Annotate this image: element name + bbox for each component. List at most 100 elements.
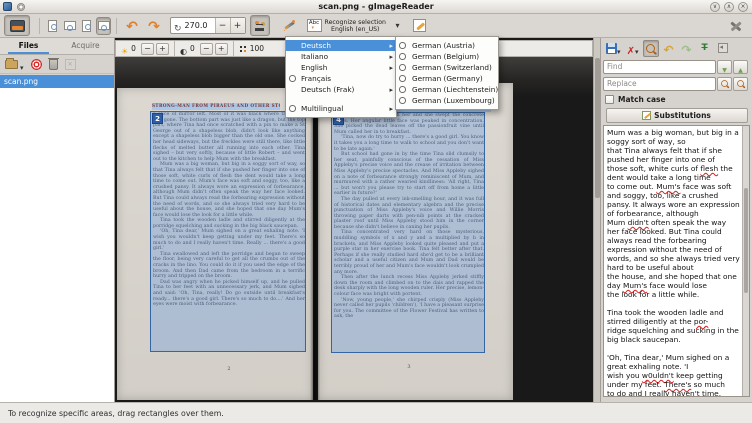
menu-item-multilingual[interactable]: Multilingual [286, 103, 396, 114]
output-scrollbar-thumb[interactable] [744, 188, 748, 293]
chevron-down-icon [617, 39, 621, 58]
menu-item-english[interactable]: English [286, 62, 396, 73]
ocr-output-area[interactable]: Mum was a big woman, but big in a soggy … [603, 125, 750, 397]
status-message: To recognize specific areas, drag rectan… [8, 409, 224, 418]
radio-icon [289, 105, 296, 112]
submenu-item-german-liechtenstein[interactable]: German (Liechtenstein) [396, 84, 498, 95]
layout-book-button[interactable] [79, 17, 94, 35]
tab-files[interactable]: Files [0, 38, 57, 54]
find-prev-button[interactable] [733, 60, 748, 74]
file-row-scan-png[interactable]: scan.png [0, 75, 114, 88]
recognize-abc-icon: Abc [307, 19, 322, 32]
submenu-item-german-austria[interactable]: German (Austria) [396, 40, 498, 51]
menu-item-fran-ais[interactable]: Français [286, 73, 396, 84]
file-list: scan.png [0, 75, 114, 402]
ocr-paragraph: Tina took the wooden ladle and stirred d… [607, 308, 740, 344]
menu-item-italiano[interactable]: Italiano [286, 51, 396, 62]
undo-button[interactable] [661, 40, 677, 57]
selection-rect-2[interactable]: 2 [150, 111, 306, 352]
contrast-increase-button[interactable]: + [215, 43, 228, 55]
replace-icon [721, 80, 728, 87]
submenu-item-german-switzerland[interactable]: German (Switzerland) [396, 62, 498, 73]
contrast-decrease-button[interactable]: − [200, 43, 213, 55]
undock-icon [718, 43, 728, 53]
arrow-down-icon [722, 57, 727, 76]
output-pane-toggle[interactable] [410, 15, 430, 36]
menu-item-deutsch[interactable]: Deutsch [286, 40, 396, 51]
find-replace-icon [646, 44, 655, 53]
save-output-button[interactable] [604, 40, 623, 57]
page-number-right: 3 [334, 364, 484, 370]
rotate-right-button[interactable] [144, 15, 164, 36]
replace-input[interactable] [603, 77, 716, 91]
image-controls-toggle[interactable] [250, 15, 270, 36]
titlebar: scan.png - gImageReader ∨ ∧ × [0, 0, 752, 14]
submenu-item-label: German (Germany) [412, 74, 483, 83]
rotate-left-button[interactable] [122, 15, 142, 36]
toolbar-separator [39, 18, 40, 34]
brightness-icon [121, 39, 128, 58]
recognize-button[interactable]: Abc Recognize selection English (en_US) [303, 15, 390, 36]
layout-facing-button[interactable] [62, 17, 77, 35]
layout-single-button[interactable] [45, 17, 60, 35]
resolution-icon [239, 45, 247, 53]
match-case-checkbox[interactable] [605, 95, 614, 104]
clear-output-button[interactable] [625, 40, 641, 57]
autodetect-layout-button[interactable] [278, 15, 300, 36]
maximize-button[interactable]: ∧ [724, 2, 734, 12]
redo-button[interactable] [679, 40, 695, 57]
menu-separator [286, 95, 396, 103]
submenu-item-german-belgium[interactable]: German (Belgium) [396, 51, 498, 62]
ocr-paragraph: 'Oh, Tina dear,' Mum sighed on a great e… [607, 353, 740, 396]
output-scrollbar[interactable] [742, 126, 749, 396]
menu-item-label: Multilingual [301, 104, 343, 113]
clear-files-icon[interactable]: × [65, 59, 76, 70]
minimize-button[interactable]: ∨ [710, 2, 720, 12]
find-next-button[interactable] [717, 60, 732, 74]
image-controls-icon [254, 20, 266, 32]
main-toolbar: 270.0 − + Abc Recognize selection Englis… [0, 14, 752, 38]
rotate-left-icon [126, 16, 138, 35]
replace-all-button[interactable] [733, 77, 748, 91]
find-input[interactable] [603, 60, 716, 74]
menu-item-deutsch-frak[interactable]: Deutsch (Frak) [286, 84, 396, 95]
brightness-value: 0 [131, 44, 136, 53]
page-header-selection[interactable]: STRONG-MAN FROM PIRAEUS AND OTHER STORIE… [152, 103, 280, 110]
submenu-item-german-luxembourg[interactable]: German (Luxembourg) [396, 95, 498, 106]
selection-rect-4[interactable]: 4 [331, 112, 485, 353]
substitutions-icon [642, 111, 651, 120]
undock-button[interactable] [715, 40, 731, 57]
find-replace-toggle[interactable] [643, 40, 659, 57]
preferences-icon[interactable] [728, 19, 744, 33]
strip-formatting-button[interactable]: T [697, 40, 713, 57]
recognize-language-dropdown[interactable] [390, 15, 405, 36]
brightness-decrease-button[interactable]: − [141, 43, 154, 55]
contrast-value: 0 [190, 44, 195, 53]
add-images-button[interactable] [4, 15, 30, 36]
submenu-item-german-germany[interactable]: German (Germany) [396, 73, 498, 84]
submenu-item-label: German (Liechtenstein) [412, 85, 498, 94]
misspelled-word: Mum's [623, 281, 647, 290]
rotation-decrease-button[interactable]: − [215, 18, 230, 33]
trash-icon[interactable] [49, 59, 58, 70]
gimagereader-window: scan.png - gImageReader ∨ ∧ × 270.0 − + … [0, 0, 752, 423]
replace-button[interactable] [717, 77, 732, 91]
chevron-down-icon [635, 39, 639, 58]
rotation-spinbox[interactable]: 270.0 − + [170, 17, 246, 34]
rotation-value[interactable]: 270.0 [185, 21, 215, 30]
tab-acquire[interactable]: Acquire [57, 38, 114, 54]
close-button[interactable]: × [738, 2, 748, 12]
open-file-button[interactable] [5, 55, 24, 74]
magic-wand-icon [282, 19, 296, 33]
arrow-up-icon [738, 57, 743, 76]
substitutions-button[interactable]: Substitutions [606, 108, 748, 123]
brightness-increase-button[interactable]: + [156, 43, 169, 55]
canvas-scrollbar[interactable] [593, 38, 600, 402]
screenshot-icon[interactable] [31, 59, 42, 70]
match-case-row: Match case [601, 92, 752, 106]
rotation-increase-button[interactable]: + [230, 18, 245, 33]
radio-icon [399, 75, 406, 82]
ocr-text[interactable]: Mum was a big woman, but big in a soggy … [607, 128, 740, 396]
layout-autolayout-button[interactable] [96, 17, 111, 35]
add-images-icon [10, 20, 25, 32]
